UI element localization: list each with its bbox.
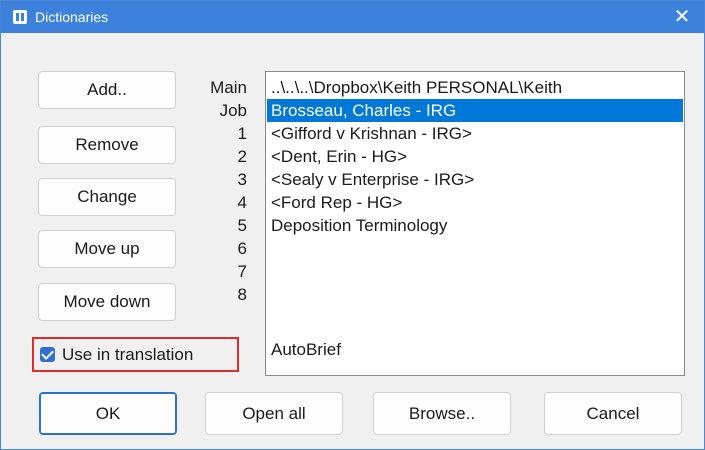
list-item-main[interactable]: ..\..\..\Dropbox\Keith PERSONAL\Keith [267,76,683,99]
list-item-2[interactable]: <Dent, Erin - HG> [267,145,683,168]
row-label-3: 3 [237,170,247,189]
row-label-6: 6 [237,239,247,258]
dictionary-list[interactable]: ..\..\..\Dropbox\Keith PERSONAL\Keith Br… [265,71,685,376]
list-item-autobrief[interactable]: AutoBrief [267,338,683,361]
use-in-translation-label: Use in translation [62,344,194,364]
list-item-3[interactable]: <Sealy v Enterprise - IRG> [267,168,683,191]
list-item-job[interactable]: Brosseau, Charles - IRG [267,99,683,122]
row-label-1: 1 [237,124,247,143]
row-label-8: 8 [237,285,247,304]
cancel-button[interactable]: Cancel [544,392,682,435]
remove-button[interactable]: Remove [38,126,176,164]
ok-button[interactable]: OK [39,392,177,435]
app-icon [13,10,27,24]
use-in-translation-checkbox[interactable]: Use in translation [32,337,239,372]
title-bar[interactable]: Dictionaries ✕ [1,1,704,33]
close-icon[interactable]: ✕ [660,1,704,33]
row-label-5: 5 [237,216,247,235]
move-up-button[interactable]: Move up [38,230,176,268]
row-label-main: Main [210,78,247,97]
row-label-7: 7 [237,262,247,281]
row-label-2: 2 [237,147,247,166]
add-button[interactable]: Add.. [38,71,176,109]
list-item-1[interactable]: <Gifford v Krishnan - IRG> [267,122,683,145]
window-title: Dictionaries [35,9,109,25]
checkbox-checked-icon[interactable] [40,347,55,362]
row-label-job: Job [219,101,247,120]
list-item-5[interactable]: Deposition Terminology [267,214,683,237]
dictionaries-dialog: Dictionaries ✕ Add.. Remove Change Move … [0,0,705,450]
list-item-4[interactable]: <Ford Rep - HG> [267,191,683,214]
change-button[interactable]: Change [38,178,176,216]
browse-button[interactable]: Browse.. [373,392,511,435]
move-down-button[interactable]: Move down [38,283,176,321]
open-all-button[interactable]: Open all [205,392,343,435]
row-label-4: 4 [237,193,247,212]
